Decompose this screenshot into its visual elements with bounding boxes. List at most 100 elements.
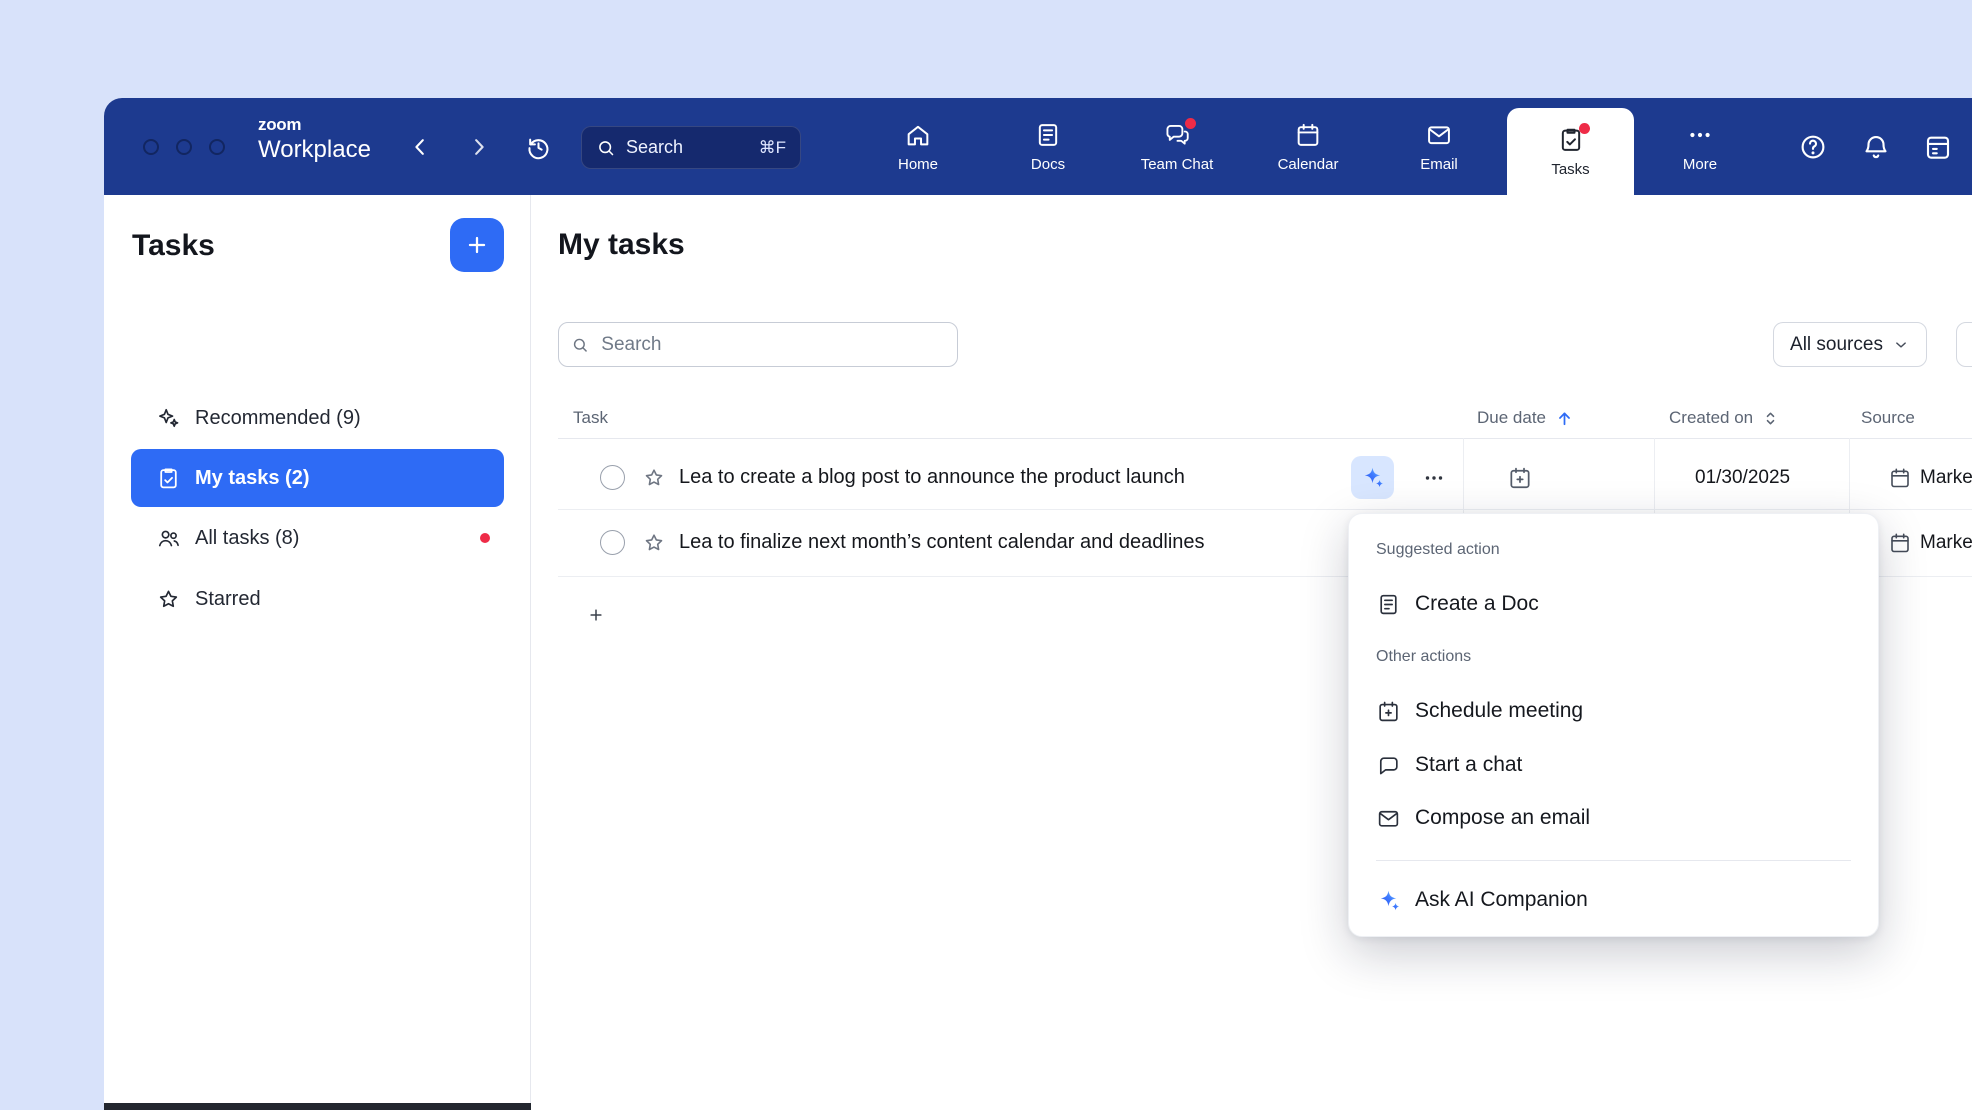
nav-team-chat[interactable]: Team Chat [1122,98,1232,195]
chevron-down-icon [1892,336,1910,354]
menu-item-label: Ask AI Companion [1415,888,1588,912]
menu-divider [1376,860,1851,861]
scheduler-button[interactable] [1920,129,1956,165]
add-task-button[interactable] [450,218,504,272]
menu-item-start-a-chat[interactable]: Start a chat [1362,740,1865,790]
column-header-created-on[interactable]: Created on [1669,398,1780,438]
task-search-input[interactable] [599,333,945,357]
clipboard-check-icon [156,466,181,491]
task-search-field[interactable] [558,322,958,367]
notifications-bell-icon [1861,132,1891,162]
column-header-due-date[interactable]: Due date [1477,398,1575,438]
plus-icon [587,602,605,628]
page-title: My tasks [558,226,685,264]
history-button[interactable] [520,129,556,165]
mail-icon [1376,806,1401,831]
menu-item-schedule-meeting[interactable]: Schedule meeting [1362,686,1865,736]
global-search[interactable]: Search ⌘F [581,126,801,169]
nav-calendar[interactable]: Calendar [1253,98,1363,195]
sidebar-item-label: My tasks (2) [195,467,310,490]
nav-calendar-label: Calendar [1278,156,1339,173]
back-button[interactable] [402,129,438,165]
star-toggle[interactable] [642,446,666,509]
nav-more[interactable]: More [1645,98,1755,195]
add-task-inline-button[interactable] [581,600,611,630]
help-button[interactable] [1795,129,1831,165]
nav-home-label: Home [898,156,938,173]
menu-item-compose-an-email[interactable]: Compose an email [1362,793,1865,843]
all-sources-dropdown[interactable]: All sources [1773,322,1927,367]
task-complete-radio[interactable] [600,465,625,490]
desktop: zoom Workplace Search ⌘F Home [0,0,1972,1110]
sidebar-item-recommended[interactable]: Recommended (9) [131,389,504,447]
zoom-workplace-window: zoom Workplace Search ⌘F Home [104,98,1972,1110]
star-icon [642,466,666,490]
sidebar-item-label: All tasks (8) [195,527,299,550]
column-header-task[interactable]: Task [573,398,608,438]
users-icon [156,526,181,551]
task-row[interactable]: Lea to create a blog post to announce th… [558,446,1972,510]
topbar: zoom Workplace Search ⌘F Home [104,98,1972,195]
partial-control[interactable] [1956,322,1972,367]
header-divider [558,438,1972,439]
help-icon [1798,132,1828,162]
set-due-date-button[interactable] [1507,446,1533,509]
menu-item-label: Schedule meeting [1415,699,1583,723]
window-control-icon[interactable] [176,139,192,155]
window-control-icon[interactable] [143,139,159,155]
task-title: Lea to create a blog post to announce th… [679,446,1185,509]
window-control-icon[interactable] [209,139,225,155]
menu-item-create-a-doc[interactable]: Create a Doc [1362,579,1865,629]
brand-product-name: Workplace [258,138,371,162]
docs-icon [1034,121,1062,149]
star-toggle[interactable] [642,509,666,576]
nav-home[interactable]: Home [863,98,973,195]
forward-button[interactable] [461,129,497,165]
sidebar-item-all-tasks[interactable]: All tasks (8) [131,509,504,567]
task-title: Lea to finalize next month’s content cal… [679,509,1205,576]
email-icon [1425,121,1453,149]
menu-section-heading: Suggested action [1376,539,1500,561]
calendar-icon [1888,466,1912,490]
calendar-icon [1294,121,1322,149]
source-value: Marketing [1920,446,1972,509]
search-label: Search [626,137,683,158]
task-complete-radio[interactable] [600,530,625,555]
nav-tasks-active-tab[interactable]: Tasks [1507,108,1634,195]
sort-toggle-icon [1761,409,1780,428]
ai-companion-icon [1360,465,1385,490]
menu-item-label: Compose an email [1415,806,1590,830]
sidebar-item-label: Recommended (9) [195,407,361,430]
column-label: Created on [1669,408,1753,428]
column-header-source[interactable]: Source [1861,398,1915,438]
star-icon [642,531,666,555]
calendar-plus-icon [1376,699,1401,724]
nav-docs[interactable]: Docs [993,98,1103,195]
ai-companion-icon [1376,888,1401,913]
plus-icon [464,232,490,258]
menu-item-ask-ai-companion[interactable]: Ask AI Companion [1362,875,1865,925]
search-icon [596,138,616,158]
ellipsis-icon [1422,466,1446,490]
tasks-sidebar: Tasks Recommended (9) My tasks (2) All t… [104,195,531,1110]
sidebar-item-my-tasks[interactable]: My tasks (2) [131,449,504,507]
table-header: Task Due date Created on Source [558,398,1972,438]
history-clock-icon [525,134,552,161]
all-sources-label: All sources [1790,334,1883,356]
more-actions-button[interactable] [1412,456,1455,499]
sparkles-icon [156,406,181,431]
calendar-icon [1888,531,1912,555]
star-icon [156,587,181,612]
calendar-plus-icon [1507,465,1533,491]
nav-email[interactable]: Email [1384,98,1494,195]
sidebar-item-starred[interactable]: Starred [131,570,504,628]
notifications-button[interactable] [1858,129,1894,165]
chevron-right-icon [467,135,491,159]
menu-item-label: Create a Doc [1415,592,1539,616]
ai-companion-button[interactable] [1351,456,1394,499]
all-tasks-notification-dot [480,533,490,543]
nav-docs-label: Docs [1031,156,1065,173]
column-label: Task [573,408,608,428]
search-icon [571,335,589,355]
team-chat-notification-dot [1185,118,1196,129]
